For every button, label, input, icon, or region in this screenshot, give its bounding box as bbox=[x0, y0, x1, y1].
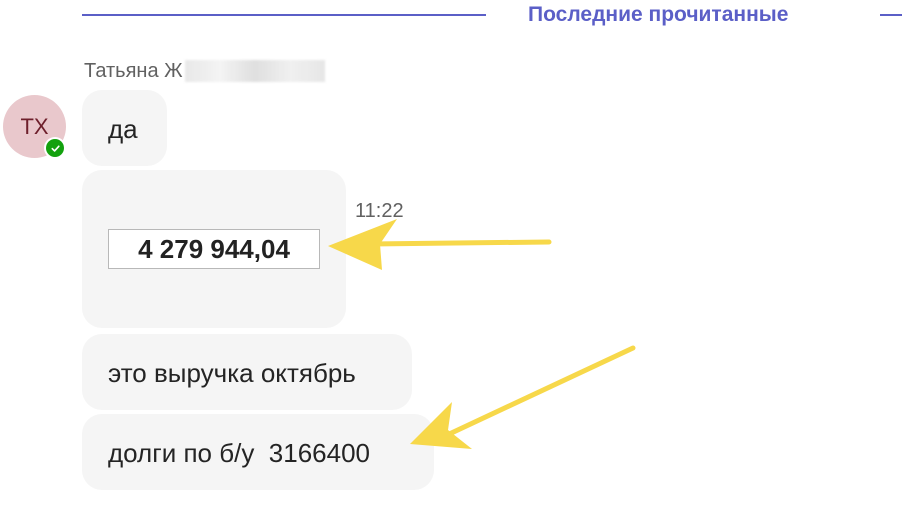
arrow-to-amount-icon bbox=[328, 219, 552, 270]
message-timestamp: 11:22 bbox=[355, 200, 404, 222]
amount-table-cell: 4 279 944,04 bbox=[108, 229, 320, 269]
message-text: это выручка октябрь bbox=[108, 358, 356, 388]
redacted-surname bbox=[184, 60, 325, 82]
message-bubble[interactable]: 4 279 944,04 bbox=[82, 170, 346, 328]
last-read-divider-line-left bbox=[82, 14, 486, 16]
message-bubble[interactable]: долги по б/у 3166400 bbox=[82, 414, 434, 490]
sender-name: Татьяна Ж bbox=[84, 59, 183, 82]
last-read-divider-label: Последние прочитанные bbox=[528, 3, 789, 26]
arrow-to-debt-icon bbox=[410, 345, 636, 449]
last-read-divider-line-right bbox=[880, 14, 902, 16]
message-text: долги по б/у 3166400 bbox=[108, 438, 371, 468]
message-bubble[interactable]: это выручка октябрь bbox=[82, 334, 412, 410]
amount-value: 4 279 944,04 bbox=[138, 233, 290, 264]
message-sender-row: Татьяна Ж bbox=[84, 58, 325, 84]
message-bubble[interactable]: да bbox=[82, 90, 167, 166]
presence-available-icon bbox=[44, 137, 66, 159]
message-text: да bbox=[108, 114, 138, 144]
avatar-initials: ТХ bbox=[20, 113, 49, 139]
